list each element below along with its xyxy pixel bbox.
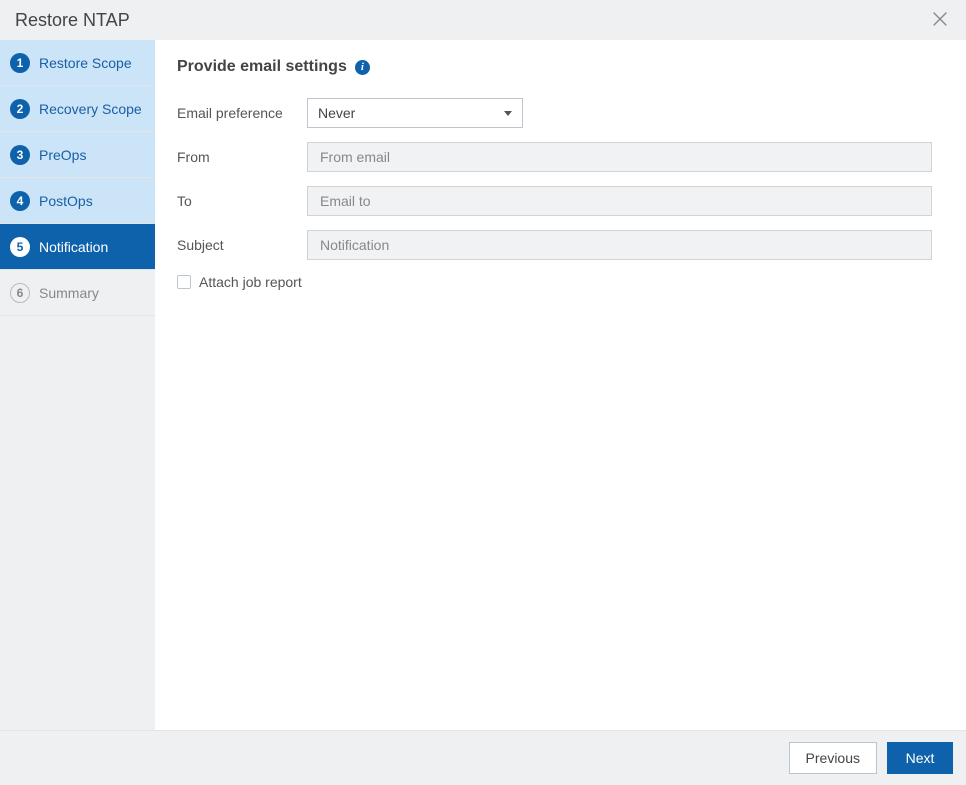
email-preference-select[interactable]: Never: [307, 98, 523, 128]
row-to: To: [177, 186, 932, 216]
chevron-down-icon: [504, 111, 512, 116]
close-icon[interactable]: [928, 5, 952, 35]
from-input[interactable]: [307, 142, 932, 172]
row-subject: Subject: [177, 230, 932, 260]
to-input[interactable]: [307, 186, 932, 216]
dialog-title: Restore NTAP: [15, 10, 130, 31]
step-summary[interactable]: 6 Summary: [0, 270, 155, 316]
subject-label: Subject: [177, 237, 307, 253]
step-label: Restore Scope: [39, 55, 132, 71]
step-number: 3: [10, 145, 30, 165]
step-notification[interactable]: 5 Notification: [0, 224, 155, 270]
step-preops[interactable]: 3 PreOps: [0, 132, 155, 178]
previous-button[interactable]: Previous: [789, 742, 877, 774]
to-label: To: [177, 193, 307, 209]
step-label: Recovery Scope: [39, 101, 142, 117]
page-heading: Provide email settings i: [177, 58, 932, 76]
step-number: 1: [10, 53, 30, 73]
step-recovery-scope[interactable]: 2 Recovery Scope: [0, 86, 155, 132]
row-attach-job-report: Attach job report: [177, 274, 932, 290]
next-button[interactable]: Next: [887, 742, 953, 774]
select-value: Never: [318, 105, 355, 121]
step-restore-scope[interactable]: 1 Restore Scope: [0, 40, 155, 86]
dialog-body: 1 Restore Scope 2 Recovery Scope 3 PreOp…: [0, 40, 966, 730]
row-email-preference: Email preference Never: [177, 98, 932, 128]
step-label: Summary: [39, 285, 99, 301]
step-postops[interactable]: 4 PostOps: [0, 178, 155, 224]
attach-job-report-checkbox[interactable]: [177, 275, 191, 289]
step-label: PreOps: [39, 147, 86, 163]
from-label: From: [177, 149, 307, 165]
email-preference-label: Email preference: [177, 105, 307, 121]
dialog-footer: Previous Next: [0, 730, 966, 785]
wizard-sidebar: 1 Restore Scope 2 Recovery Scope 3 PreOp…: [0, 40, 155, 730]
step-number: 6: [10, 283, 30, 303]
restore-dialog: Restore NTAP 1 Restore Scope 2 Recovery …: [0, 0, 966, 785]
main-panel: Provide email settings i Email preferenc…: [155, 40, 966, 730]
row-from: From: [177, 142, 932, 172]
subject-input[interactable]: [307, 230, 932, 260]
page-heading-text: Provide email settings: [177, 58, 347, 76]
step-number: 5: [10, 237, 30, 257]
titlebar: Restore NTAP: [0, 0, 966, 40]
attach-job-report-label: Attach job report: [199, 274, 302, 290]
info-icon[interactable]: i: [355, 60, 370, 75]
step-number: 4: [10, 191, 30, 211]
step-label: PostOps: [39, 193, 93, 209]
step-number: 2: [10, 99, 30, 119]
step-label: Notification: [39, 239, 108, 255]
